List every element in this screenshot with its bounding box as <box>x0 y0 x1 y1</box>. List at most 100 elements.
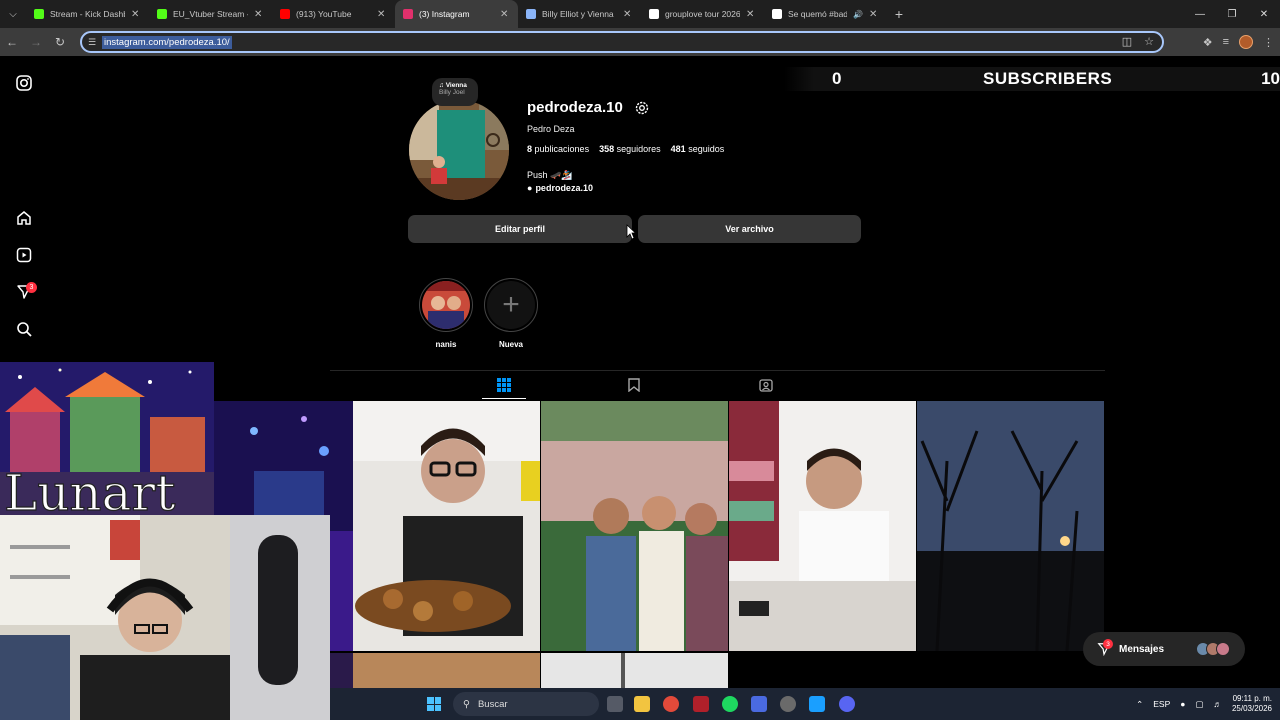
post-thumbnail[interactable] <box>541 653 728 688</box>
microphone-icon[interactable]: ● <box>1180 699 1185 709</box>
spotify-icon[interactable] <box>722 696 738 712</box>
system-clock[interactable]: 09:11 p. m. 25/03/2026 <box>1232 694 1272 714</box>
profile-bio: Push 🛹🏂 <box>527 170 573 180</box>
highlight-nanis[interactable]: nanis <box>418 278 474 349</box>
browser-tab[interactable]: Billy Elliot y Vienna ✕ <box>518 0 641 28</box>
install-app-icon[interactable]: ◫ <box>1122 35 1132 48</box>
followers-stat[interactable]: 358 seguidores <box>599 144 661 154</box>
steam-icon[interactable] <box>809 696 825 712</box>
browser-tab-title[interactable]: Se quemó #badb <box>788 9 847 19</box>
browser-tab-title[interactable]: grouplove tour 2026 <box>665 9 740 19</box>
language-indicator[interactable]: ESP <box>1153 699 1170 709</box>
highlight-new[interactable]: + Nueva <box>483 278 539 349</box>
maximize-icon[interactable]: ❐ <box>1216 0 1248 28</box>
browser-tab-strip: ⌵ Stream - Kick Dashboard✕EU_Vtuber Stre… <box>0 0 1280 28</box>
view-archive-button[interactable]: Ver archivo <box>638 215 861 243</box>
browser-tab-title[interactable]: Billy Elliot y Vienna <box>542 9 617 19</box>
youtube-icon <box>280 9 290 19</box>
close-tab-icon[interactable]: ✕ <box>377 9 387 20</box>
file-explorer-icon[interactable] <box>634 696 650 712</box>
plus-icon: + <box>487 281 535 329</box>
profile-username: pedrodeza.10 <box>527 99 623 116</box>
tab-audio-icon[interactable]: 🔊 <box>853 10 863 19</box>
volume-icon[interactable]: ♬ <box>1213 699 1222 709</box>
threads-link[interactable]: ● pedrodeza.10 <box>527 183 593 193</box>
browser-tab-title[interactable]: (913) YouTube <box>296 9 371 19</box>
note-artist: Billy Joel <box>439 89 465 97</box>
profile-avatar[interactable] <box>409 100 509 200</box>
gemini-icon <box>526 9 536 19</box>
tray-overflow-icon[interactable]: ⌃ <box>1136 699 1143 710</box>
forward-icon[interactable]: → <box>24 28 48 56</box>
browser-tab[interactable]: Stream - Kick Dashboard ✕ <box>26 0 149 28</box>
app-launcher-icon[interactable] <box>751 696 767 712</box>
obs-icon[interactable] <box>780 696 796 712</box>
close-window-icon[interactable]: ✕ <box>1248 0 1280 28</box>
windows-start-icon[interactable] <box>427 697 441 711</box>
close-tab-icon[interactable]: ✕ <box>746 9 756 20</box>
highlight-label: nanis <box>435 340 457 349</box>
browser-tab-title[interactable]: EU_Vtuber Stream - Kick <box>173 9 248 19</box>
extensions-icon[interactable]: ❖ <box>1203 36 1213 49</box>
profile-avatar-icon[interactable] <box>1239 35 1253 49</box>
home-icon[interactable] <box>14 208 34 228</box>
subscriber-goal-overlay: 0 SUBSCRIBERS 10 <box>784 67 1280 91</box>
search-icon[interactable] <box>14 319 34 339</box>
game-launcher-icon[interactable] <box>693 696 709 712</box>
network-icon[interactable]: ▢ <box>1195 699 1203 710</box>
notifications-badge: 3 <box>26 282 37 293</box>
close-tab-icon[interactable]: ✕ <box>623 9 633 20</box>
browser-menu-icon[interactable]: ⋮ <box>1263 36 1274 49</box>
following-stat[interactable]: 481 seguidos <box>671 144 725 154</box>
close-tab-icon[interactable]: ✕ <box>500 9 510 20</box>
url-text[interactable]: instagram.com/pedrodeza.10/ <box>102 35 232 49</box>
post-thumbnail[interactable] <box>353 401 540 651</box>
settings-gear-icon[interactable] <box>634 100 650 121</box>
media-controls-icon[interactable]: ≡ <box>1223 36 1229 48</box>
clock-time: 09:11 p. m. <box>1232 694 1272 703</box>
profile-note-bubble[interactable]: ♫ Vienna Billy Joel <box>432 78 478 106</box>
reels-icon[interactable] <box>14 245 34 265</box>
task-view-icon[interactable] <box>607 696 623 712</box>
browser-tab[interactable]: Se quemó #badb 🔊 ✕ <box>764 0 887 28</box>
browser-tab-title[interactable]: (3) Instagram <box>419 9 494 19</box>
threads-handle[interactable]: pedrodeza.10 <box>535 183 593 193</box>
clock-date: 25/03/2026 <box>1231 704 1272 713</box>
instagram-logo-icon[interactable] <box>14 73 34 93</box>
discord-icon[interactable] <box>839 696 855 712</box>
instagram-icon <box>403 9 413 19</box>
kick-icon <box>34 9 44 19</box>
messages-button[interactable]: Mensajes <box>1083 632 1245 666</box>
browser-tab[interactable]: EU_Vtuber Stream - Kick ✕ <box>149 0 272 28</box>
minimize-icon[interactable]: — <box>1184 0 1216 28</box>
reload-icon[interactable]: ↻ <box>48 28 72 56</box>
new-tab-button[interactable]: + <box>887 6 911 22</box>
profile-stats: 8 publicaciones 358 seguidores 481 segui… <box>527 144 724 154</box>
bookmark-star-icon[interactable]: ☆ <box>1144 35 1154 48</box>
chrome-icon[interactable] <box>663 696 679 712</box>
post-thumbnail[interactable] <box>917 401 1104 651</box>
post-thumbnail[interactable] <box>541 401 728 651</box>
edit-profile-button[interactable]: Editar perfil <box>408 215 632 243</box>
browser-tab[interactable]: (3) Instagram ✕ <box>395 0 518 28</box>
tab-posts-grid-icon[interactable] <box>497 378 511 397</box>
tab-search-icon[interactable]: ⌵ <box>0 0 26 28</box>
close-tab-icon[interactable]: ✕ <box>254 9 264 20</box>
browser-tab[interactable]: (913) YouTube ✕ <box>272 0 395 28</box>
tab-tagged-icon[interactable] <box>759 378 773 397</box>
browser-tab[interactable]: grouplove tour 2026 ✕ <box>641 0 764 28</box>
messages-label[interactable]: Mensajes <box>1119 644 1164 655</box>
close-tab-icon[interactable]: ✕ <box>869 9 879 20</box>
site-info-icon[interactable]: ☰ <box>88 37 102 48</box>
back-icon[interactable]: ← <box>0 28 24 56</box>
close-tab-icon[interactable]: ✕ <box>131 9 141 20</box>
tab-saved-bookmark-icon[interactable] <box>628 378 640 397</box>
kick-icon <box>157 9 167 19</box>
post-thumbnail[interactable] <box>330 653 540 688</box>
taskbar-search[interactable]: ⚲ Buscar <box>453 692 599 716</box>
google-icon <box>649 9 659 19</box>
address-bar[interactable]: ☰ instagram.com/pedrodeza.10/ ◫ ☆ <box>80 31 1164 53</box>
subscriber-goal: 10 <box>1261 69 1280 88</box>
browser-tab-title[interactable]: Stream - Kick Dashboard <box>50 9 125 19</box>
post-thumbnail[interactable] <box>729 401 916 651</box>
